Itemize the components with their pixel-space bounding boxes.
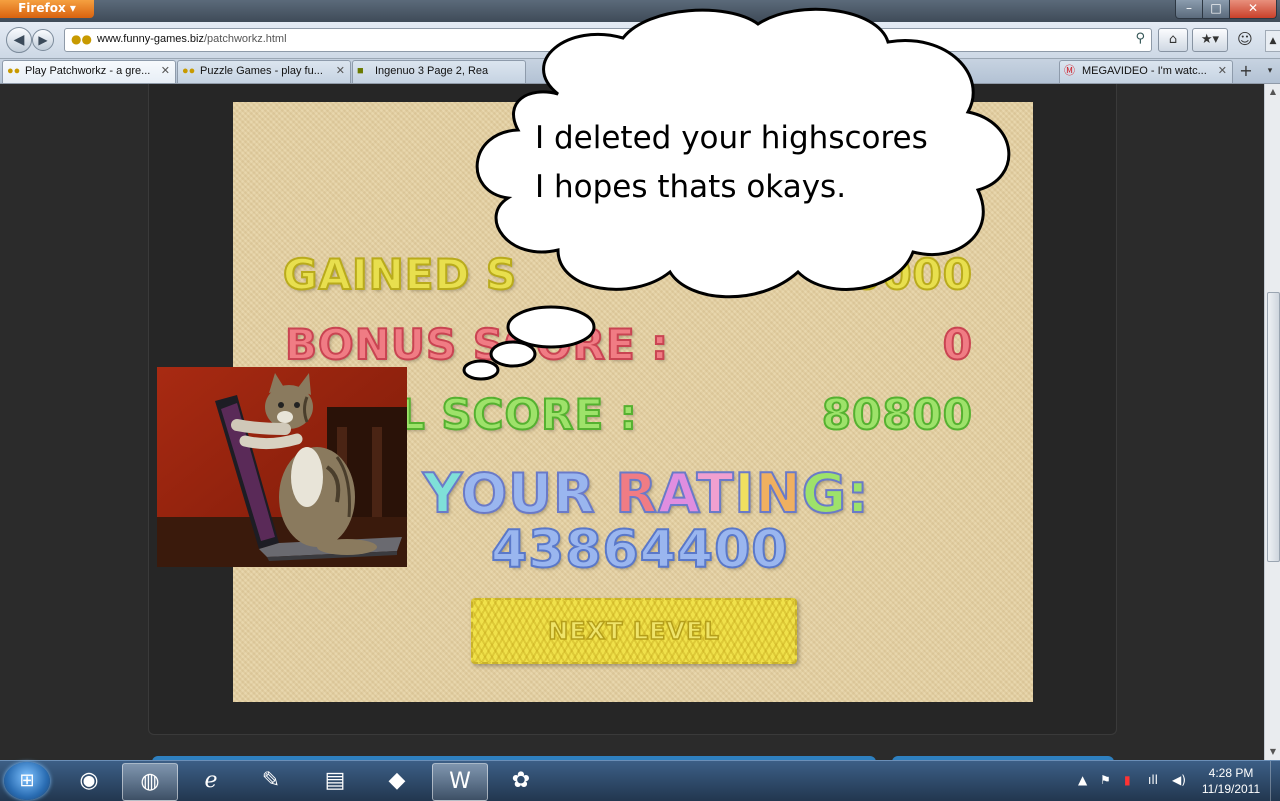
close-window-button[interactable]: ✕ — [1229, 0, 1277, 19]
minimize-button[interactable]: – — [1175, 0, 1203, 19]
home-button[interactable]: ⌂ — [1158, 28, 1188, 52]
your-rating-label: YOUR RATING: — [422, 461, 870, 526]
rating-letter: R — [552, 461, 596, 526]
battery-alert-icon[interactable]: ▮ — [1124, 773, 1131, 787]
ingenuo-favicon-icon: ■ — [357, 65, 364, 77]
start-button[interactable]: ⊞ — [4, 762, 50, 800]
clock-time[interactable]: 4:28 PM — [1198, 766, 1264, 780]
url-domain: www.funny-games.biz — [97, 33, 204, 45]
home-icon: ⌂ — [1168, 32, 1178, 47]
meme-line-1: I deleted your highscores — [535, 120, 928, 156]
back-button[interactable]: ◀ — [6, 27, 32, 53]
rating-letter: R — [614, 461, 658, 526]
tab-play-patchworkz[interactable]: ●● Play Patchworkz - a gre... ✕ — [2, 60, 176, 83]
vertical-scrollbar[interactable]: ▲ ▼ — [1264, 84, 1280, 760]
show-hidden-icons-icon[interactable]: ▲ — [1078, 773, 1087, 787]
rating-letter: U — [507, 461, 553, 526]
tab-list-dropdown-icon[interactable]: ▾ — [1262, 60, 1278, 82]
funny-games-favicon-icon: ●● — [182, 65, 196, 77]
tab-label: MEGAVIDEO - I'm watc... — [1082, 65, 1207, 77]
tab-label: Puzzle Games - play fu... — [200, 65, 323, 77]
show-desktop-button[interactable] — [1270, 761, 1280, 801]
tab-puzzle-games[interactable]: ●● Puzzle Games - play fu... ✕ — [177, 60, 351, 83]
meme-line-2: I hopes thats okays. — [535, 169, 847, 205]
file-explorer-taskbar-icon[interactable]: ▤ — [308, 763, 362, 799]
bookmarks-button[interactable]: ★▾ — [1192, 28, 1228, 52]
notes-taskbar-icon[interactable]: ◆ — [370, 763, 424, 799]
next-level-button[interactable]: NEXT LEVEL — [471, 598, 797, 664]
clock-date[interactable]: 11/19/2011 — [1198, 782, 1264, 796]
rating-letter — [596, 462, 616, 525]
rating-letter: N — [754, 461, 802, 526]
rating-letter: O — [460, 461, 509, 526]
windows-taskbar: ⊞ ◉ ◍ ℯ ✎ ▤ ◆ W ✿ ▲ ⚑ ▮ ıll ◀) 4:28 PM 1… — [0, 760, 1280, 801]
scroll-up-icon[interactable]: ▲ — [1265, 84, 1280, 100]
rating-letter: : — [846, 461, 870, 526]
windows-logo-icon: ⊞ — [19, 770, 35, 791]
internet-explorer-taskbar-icon[interactable]: ℯ — [184, 763, 238, 799]
bookmark-star-icon: ★▾ — [1200, 32, 1220, 47]
paint-palette-taskbar-icon[interactable]: ✿ — [494, 763, 548, 799]
rating-letter: T — [696, 461, 735, 526]
funny-games-favicon-icon: ●● — [7, 65, 21, 77]
new-tab-button[interactable]: + — [1236, 60, 1256, 82]
action-center-flag-icon[interactable]: ⚑ — [1100, 773, 1111, 787]
chrome-taskbar-icon[interactable]: ◉ — [62, 763, 116, 799]
tab-close-icon[interactable]: ✕ — [161, 61, 170, 82]
forward-arrow-icon: ▶ — [38, 33, 48, 47]
search-icon[interactable]: ⚲ — [1135, 31, 1145, 46]
your-rating-value: 43864400 — [490, 519, 789, 581]
rating-letter: Y — [422, 461, 462, 526]
tab-close-icon[interactable]: ✕ — [336, 61, 345, 82]
network-signal-icon[interactable]: ıll — [1148, 773, 1158, 787]
tab-label: Play Patchworkz - a gre... — [25, 65, 151, 77]
toolbar-overflow-icon[interactable]: ▲ — [1265, 30, 1280, 52]
scroll-down-icon[interactable]: ▼ — [1265, 744, 1280, 760]
tab-megavideo[interactable]: Ⓜ MEGAVIDEO - I'm watc... ✕ — [1059, 60, 1233, 83]
maximize-button[interactable]: □ — [1202, 0, 1230, 19]
firefox-menu-button[interactable]: Firefox ▾ — [0, 0, 94, 18]
total-score-value: 80800 — [821, 389, 973, 440]
scrollbar-thumb[interactable] — [1267, 292, 1280, 562]
site-favicon-icon: ●● — [71, 32, 92, 46]
total-score-label: L SCORE : — [397, 389, 638, 440]
url-text: www.funny-games.biz/patchworkz.html — [97, 32, 287, 47]
rating-letter: I — [733, 461, 756, 526]
url-path: /patchworkz.html — [204, 33, 287, 45]
firefox-taskbar-icon[interactable]: ◍ — [122, 763, 178, 801]
cat-on-laptop-photo — [157, 367, 407, 567]
forward-button[interactable]: ▶ — [32, 29, 54, 51]
rating-letter: A — [657, 461, 697, 526]
tab-close-icon[interactable]: ✕ — [1218, 61, 1227, 82]
thought-bubble-text: I deleted your highscores I hopes thats … — [535, 114, 928, 212]
next-level-label: NEXT LEVEL — [547, 616, 720, 646]
paint-taskbar-icon[interactable]: ✎ — [244, 763, 298, 799]
back-arrow-icon: ◀ — [13, 32, 25, 48]
rating-letter: G — [801, 461, 848, 526]
addon-smiley-icon[interactable]: ☺ — [1232, 28, 1258, 50]
volume-icon[interactable]: ◀) — [1172, 773, 1186, 787]
word-taskbar-icon[interactable]: W — [432, 763, 488, 801]
